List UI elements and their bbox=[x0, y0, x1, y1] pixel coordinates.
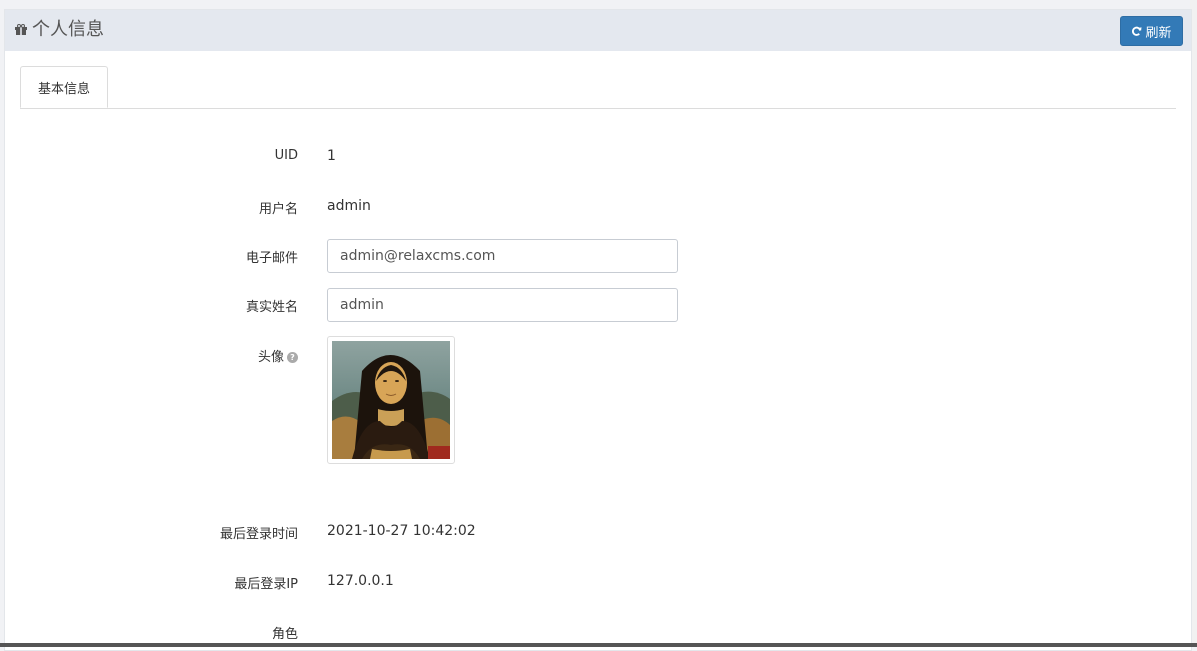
refresh-label: 刷新 bbox=[1145, 25, 1172, 41]
uid-row: UID 1 bbox=[5, 140, 1191, 174]
avatar-row: 头像? bbox=[5, 338, 1191, 372]
page-title: 个人信息 bbox=[32, 19, 104, 40]
email-field[interactable] bbox=[327, 239, 678, 273]
panel-header: 个人信息 刷新 bbox=[5, 10, 1191, 51]
last-login-ip-row: 最后登录IP 127.0.0.1 bbox=[5, 565, 1191, 599]
question-circle-icon[interactable]: ? bbox=[287, 352, 298, 363]
profile-panel: 个人信息 刷新 基本信息 UID 1 用户名 admin 电子邮件 真实姓名 头… bbox=[4, 9, 1192, 651]
username-label: 用户名 bbox=[258, 202, 298, 217]
email-label: 电子邮件 bbox=[245, 251, 298, 266]
realname-field[interactable] bbox=[327, 288, 678, 322]
refresh-icon bbox=[1132, 26, 1143, 36]
last-login-ip-value: 127.0.0.1 bbox=[327, 573, 394, 589]
last-login-time-value: 2021-10-27 10:42:02 bbox=[327, 523, 476, 539]
realname-row: 真实姓名 bbox=[5, 288, 1191, 322]
username-row: 用户名 admin bbox=[5, 190, 1191, 224]
tab-basic-info[interactable]: 基本信息 bbox=[20, 66, 108, 108]
last-login-time-row: 最后登录时间 2021-10-27 10:42:02 bbox=[5, 515, 1191, 549]
last-login-ip-label: 最后登录IP bbox=[234, 577, 298, 592]
email-row: 电子邮件 bbox=[5, 239, 1191, 273]
avatar-portrait bbox=[332, 341, 450, 459]
username-value: admin bbox=[327, 198, 371, 214]
uid-label: UID bbox=[274, 148, 298, 163]
refresh-button[interactable]: 刷新 bbox=[1120, 16, 1183, 46]
avatar-label: 头像 bbox=[257, 350, 284, 365]
bottom-edge bbox=[0, 643, 1197, 647]
role-label: 角色 bbox=[271, 627, 298, 642]
uid-value: 1 bbox=[327, 148, 336, 164]
tab-bar: 基本信息 bbox=[20, 66, 1176, 109]
last-login-time-label: 最后登录时间 bbox=[219, 527, 298, 542]
realname-label: 真实姓名 bbox=[245, 300, 298, 315]
avatar-label-wrap: 头像? bbox=[258, 346, 298, 365]
avatar-image[interactable] bbox=[327, 336, 455, 464]
gift-icon bbox=[15, 24, 27, 35]
